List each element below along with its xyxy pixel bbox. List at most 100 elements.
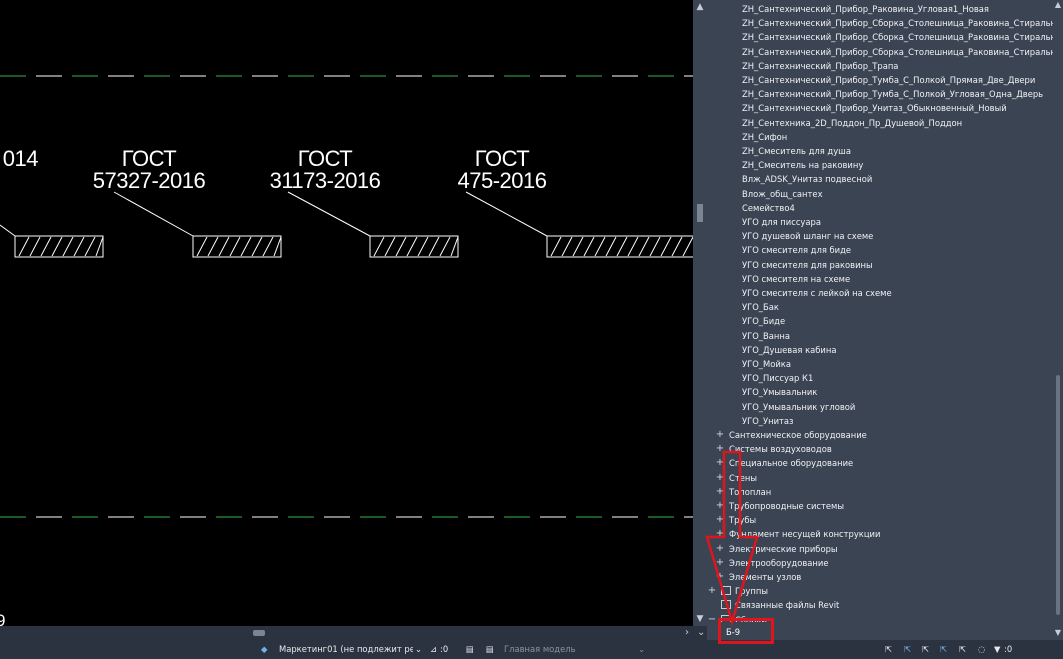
background-process-icon[interactable]: ◌ — [978, 640, 985, 659]
tree-item[interactable]: ZH_Сантехнический_Прибор_Тумба_С_Полкой_… — [707, 87, 1053, 101]
tree-item-label: Семейство4 — [742, 202, 795, 213]
tree-item[interactable]: + Системы воздуховодов — [707, 442, 1053, 456]
workset-dropdown[interactable]: Маркетинг01 (не подлежит редак — [279, 640, 413, 659]
canvas-horizontal-scrollbar[interactable]: › ⌄ — [0, 626, 707, 640]
tree-item-label: УГО смесителя для биде — [742, 245, 852, 256]
tree-item-label: ZH_Сантехнический_Прибор_Унитаз_Обыкнове… — [742, 103, 1007, 114]
options-icon[interactable]: ▤ — [486, 640, 494, 659]
select-pinned-icon[interactable]: ⇱ — [922, 640, 929, 659]
tree-item[interactable]: + Трубы — [707, 513, 1053, 527]
scroll-thumb[interactable] — [697, 204, 703, 222]
tree-item[interactable]: УГО_Бак — [707, 300, 1053, 314]
tag-leaders — [0, 191, 548, 237]
chevron-down-icon[interactable]: ⌄ — [638, 640, 645, 659]
scroll-thumb[interactable] — [1056, 375, 1060, 615]
tag-label[interactable]: 014 — [0, 148, 39, 170]
tree-item[interactable]: + Сантехническое оборудование — [707, 428, 1053, 442]
tree-item[interactable]: УГО_Биде — [707, 314, 1053, 328]
tree-item[interactable]: + Специальное оборудование — [707, 456, 1053, 470]
tree-item-label: УГО_Биде — [742, 316, 786, 327]
tree-item[interactable]: Влож_общ_сантех — [707, 187, 1053, 201]
editable-icon[interactable]: ⊿ — [430, 640, 437, 659]
expand-icon[interactable]: + — [715, 542, 725, 556]
tree-item[interactable]: ZH_Сантехнический_Прибор_Трапа — [707, 59, 1053, 73]
tree-item-label: УГО_Мойка — [742, 359, 791, 369]
tree-item[interactable]: УГО душевой шланг на схеме — [707, 229, 1053, 243]
tree-item[interactable]: ZH_Сифон — [707, 130, 1053, 144]
expand-icon[interactable]: + — [707, 584, 717, 598]
tree-item[interactable]: ZH_Сантехнический_Прибор_Сборка_Столешни… — [707, 45, 1063, 59]
tree-item[interactable]: УГО смесителя с лейкой на схеме — [707, 286, 1053, 300]
tree-item[interactable]: + Элементы узлов — [707, 570, 1053, 584]
tree-item[interactable]: ZH_Сантехнический_Прибор_Сборка_Столешни… — [707, 16, 1063, 30]
tree-item[interactable]: УГО_Унитаз — [707, 414, 1053, 428]
collapse-icon[interactable]: − — [707, 613, 717, 627]
filter-icon[interactable]: ▼ — [994, 640, 1000, 659]
tree-item[interactable]: УГО_Писсуар К1 — [707, 371, 1053, 385]
tree-item[interactable]: + Топоплан — [707, 485, 1053, 499]
tree-item[interactable]: + Стены — [707, 471, 1053, 485]
canvas-vertical-scrollbar[interactable]: ▲ ▼ — [693, 0, 707, 626]
expand-icon[interactable]: + — [715, 527, 725, 541]
select-links-icon[interactable]: ⇱ — [885, 640, 892, 659]
expand-icon[interactable]: + — [715, 456, 725, 470]
tree-item[interactable]: + Группы — [707, 584, 1053, 598]
tree-item[interactable]: УГО_Ванна — [707, 329, 1053, 343]
tree-item[interactable]: Семейство4 — [707, 201, 1053, 215]
tree-item[interactable]: УГО_Умывальник — [707, 385, 1053, 399]
tree-item[interactable]: ZH_Сантехнический_Прибор_Унитаз_Обыкнове… — [707, 101, 1053, 115]
expand-icon[interactable]: + — [715, 499, 725, 513]
scroll-down-icon[interactable]: ▼ — [1053, 628, 1063, 637]
expand-icon[interactable]: + — [715, 570, 725, 584]
tree-item[interactable]: УГО смесителя для биде — [707, 243, 1053, 257]
design-options-icon[interactable]: ▤ — [466, 640, 474, 659]
browser-scrollbar[interactable]: ▲ ▼ — [1053, 0, 1063, 640]
tree-item[interactable]: + Фундамент несущей конструкции — [707, 527, 1053, 541]
expand-icon[interactable]: + — [715, 556, 725, 570]
expand-icon[interactable]: + — [715, 485, 725, 499]
tree-item[interactable]: УГО для писсуара — [707, 215, 1053, 229]
tree-item-label: Влож_общ_сантех — [742, 188, 823, 199]
tree-item[interactable]: ZH_Смеситель на раковину — [707, 158, 1053, 172]
drag-elements-icon[interactable]: ⇱ — [959, 640, 966, 659]
drawing-canvas[interactable]: 014 ГОСТ 57327-2016 ГОСТ 31173-2016 ГОСТ… — [0, 0, 693, 630]
tree-item-label: Системы воздуховодов — [729, 444, 832, 455]
tree-item[interactable]: ZH_Сантехнический_Прибор_Тумба_С_Полкой_… — [707, 73, 1053, 87]
tree-item[interactable]: Влж_ADSK_Унитаз подвесной — [707, 172, 1053, 186]
scroll-down-icon[interactable]: ▼ — [693, 614, 707, 624]
tree-item[interactable]: УГО смесителя для раковины — [707, 258, 1053, 272]
scroll-right-icon[interactable]: › — [685, 626, 689, 640]
scroll-down-icon[interactable]: ⌄ — [697, 626, 705, 640]
chevron-down-icon[interactable]: ⌄ — [415, 640, 422, 659]
tree-item[interactable]: ZH_Смеситель для душа — [707, 144, 1053, 158]
tree-item-label: УГО смесителя с лейкой на схеме — [742, 288, 892, 298]
expand-icon[interactable]: + — [715, 513, 725, 527]
scroll-thumb[interactable] — [253, 630, 265, 636]
tree-item[interactable]: УГО_Умывальник угловой — [707, 400, 1053, 414]
tag-label[interactable]: ГОСТ 475-2016 — [442, 148, 562, 192]
tree-item[interactable]: УГО_Мойка — [707, 357, 1053, 371]
expand-icon[interactable]: + — [715, 471, 725, 485]
tree-item[interactable]: + Электрооборудование — [707, 556, 1053, 570]
tree-item[interactable]: + Электрические приборы — [707, 542, 1053, 556]
tree-item[interactable]: УГО_Душевая кабина — [707, 343, 1053, 357]
tree-item[interactable]: + Трубопроводные системы — [707, 499, 1053, 513]
select-underlay-icon[interactable]: ⇱ — [904, 640, 911, 659]
tree-item-label: ZH_Смеситель на раковину — [742, 160, 864, 171]
tree-item[interactable]: УГО смесителя на схеме — [707, 272, 1053, 286]
workset-icon[interactable]: ◆ — [261, 640, 267, 659]
tree-item[interactable]: ZH_Сантехнический_Прибор_Раковина_Углова… — [707, 2, 1053, 16]
expand-icon[interactable]: + — [715, 428, 725, 442]
tree-item[interactable]: ZH_Сентехника_2D_Поддон_Пр_Душевой_Поддо… — [707, 116, 1053, 130]
design-option-dropdown[interactable]: Главная модель — [504, 640, 576, 659]
tree-item-label: Влж_ADSK_Унитаз подвесной — [742, 174, 873, 185]
tree-item[interactable]: Связанные файлы Revit — [707, 598, 1053, 612]
tag-label[interactable]: ГОСТ 31173-2016 — [256, 148, 394, 192]
tag-line2: 475-2016 — [457, 168, 547, 193]
scroll-up-icon[interactable]: ▲ — [693, 2, 707, 12]
scroll-up-icon[interactable]: ▲ — [1053, 0, 1063, 9]
tag-label[interactable]: ГОСТ 57327-2016 — [80, 148, 218, 192]
expand-icon[interactable]: + — [715, 442, 725, 456]
select-face-icon[interactable]: ⇱ — [940, 640, 947, 659]
tree-item[interactable]: ZH_Сантехнический_Прибор_Сборка_Столешни… — [707, 30, 1063, 44]
